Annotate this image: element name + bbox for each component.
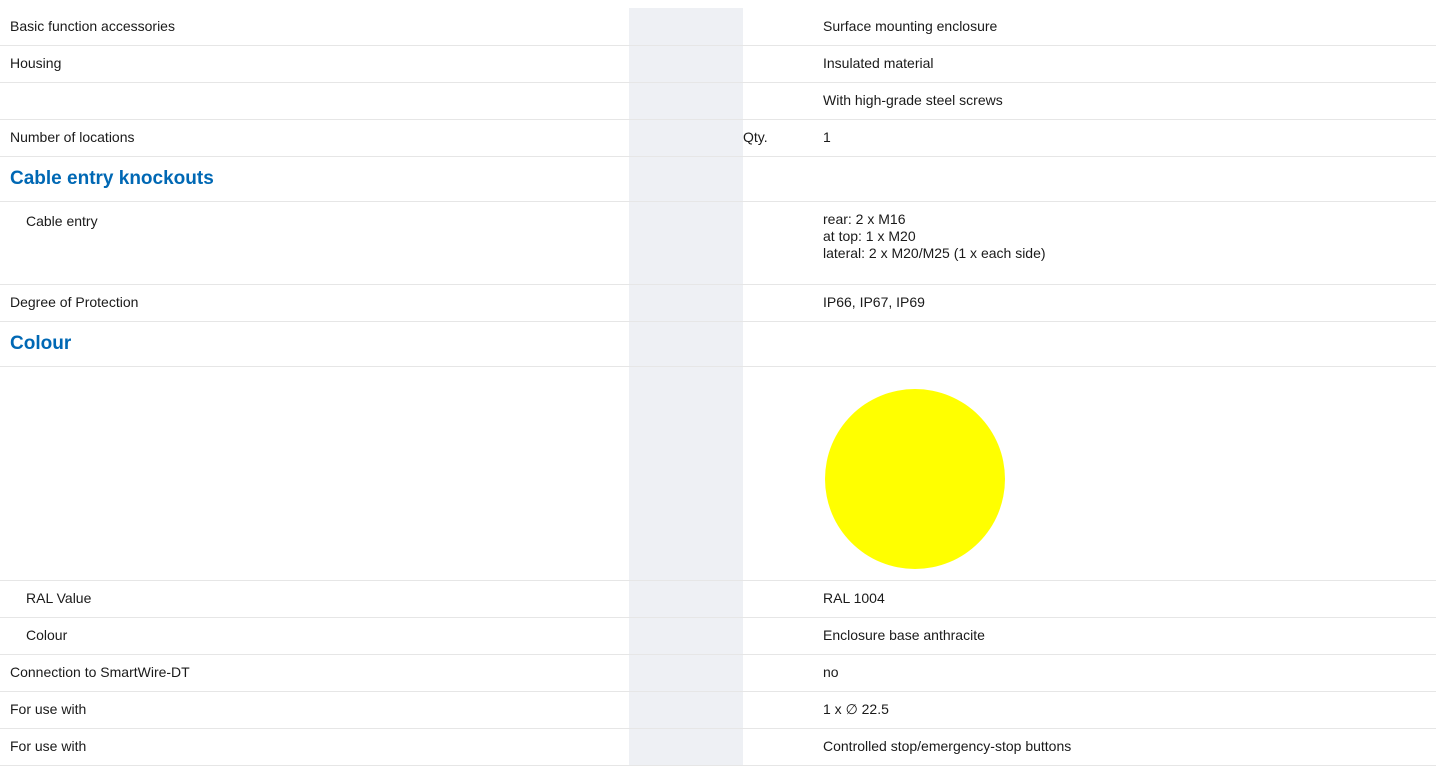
row-value: rear: 2 x M16 at top: 1 x M20 lateral: 2… [818,201,1436,285]
shade-cell [629,580,743,618]
section-heading: Cable entry knockouts [0,156,629,202]
shade-cell [629,321,743,367]
row-unit [743,8,818,46]
shade-cell [629,82,743,120]
row-value: Surface mounting enclosure [818,8,1436,46]
row-unit [743,321,818,367]
row-label [0,366,629,581]
shade-cell [629,366,743,581]
row-value: 1 [818,119,1436,157]
table-row: Basic function accessories Surface mount… [0,8,1436,46]
row-label: Number of locations [0,119,629,157]
row-label: Housing [0,45,629,83]
table-row: Colour Enclosure base anthracite [0,617,1436,655]
row-label [0,82,629,120]
shade-cell [629,728,743,766]
clipped-top-heading: ​ [0,0,1436,8]
row-label: Connection to SmartWire-DT [0,654,629,692]
colour-swatch [825,389,1005,569]
row-value: no [818,654,1436,692]
row-value: RAL 1004 [818,580,1436,618]
shade-cell [629,45,743,83]
row-value: With high-grade steel screws [818,82,1436,120]
shade-cell [629,8,743,46]
section-heading-row: Cable entry knockouts [0,156,1436,202]
colour-swatch-row [0,366,1436,581]
row-unit: Qty. [743,119,818,157]
row-label: Degree of Protection [0,284,629,322]
table-row: Housing Insulated material [0,45,1436,83]
row-unit [743,580,818,618]
shade-cell [629,691,743,729]
row-unit [743,201,818,285]
row-label: Colour [0,617,629,655]
row-unit [743,728,818,766]
row-value: Enclosure base anthracite [818,617,1436,655]
row-value: Controlled stop/emergency-stop buttons [818,728,1436,766]
shade-cell [629,654,743,692]
row-unit [743,82,818,120]
shade-cell [629,156,743,202]
row-unit [743,654,818,692]
row-unit [743,366,818,581]
shade-cell [629,617,743,655]
table-row: Number of locations Qty. 1 [0,119,1436,157]
shade-cell [629,119,743,157]
row-value: Insulated material [818,45,1436,83]
cable-entry-line: lateral: 2 x M20/M25 (1 x each side) [823,244,1046,261]
shade-cell [629,284,743,322]
spec-page: ​ Basic function accessories Surface mou… [0,0,1436,769]
table-row: With high-grade steel screws [0,82,1436,120]
row-unit [743,45,818,83]
table-row: Connection to SmartWire-DT no [0,654,1436,692]
row-value: IP66, IP67, IP69 [818,284,1436,322]
shade-cell [629,201,743,285]
row-value [818,366,1436,581]
section-heading: Colour [0,321,629,367]
spec-table: Basic function accessories Surface mount… [0,8,1436,766]
row-label: For use with [0,691,629,729]
row-label: For use with [0,728,629,766]
row-label: Cable entry [0,201,629,285]
row-value [818,156,1436,202]
row-value [818,321,1436,367]
section-heading-row: Colour [0,321,1436,367]
table-row: For use with 1 x ∅ 22.5 [0,691,1436,729]
row-unit [743,691,818,729]
table-row: RAL Value RAL 1004 [0,580,1436,618]
row-label: RAL Value [0,580,629,618]
row-unit [743,284,818,322]
row-unit [743,617,818,655]
row-label: Basic function accessories [0,8,629,46]
row-value: 1 x ∅ 22.5 [818,691,1436,729]
cable-entry-line: at top: 1 x M20 [823,227,916,244]
cable-entry-line: rear: 2 x M16 [823,210,906,227]
table-row: Cable entry rear: 2 x M16 at top: 1 x M2… [0,201,1436,285]
table-row: Degree of Protection IP66, IP67, IP69 [0,284,1436,322]
table-row: For use with Controlled stop/emergency-s… [0,728,1436,766]
row-unit [743,156,818,202]
